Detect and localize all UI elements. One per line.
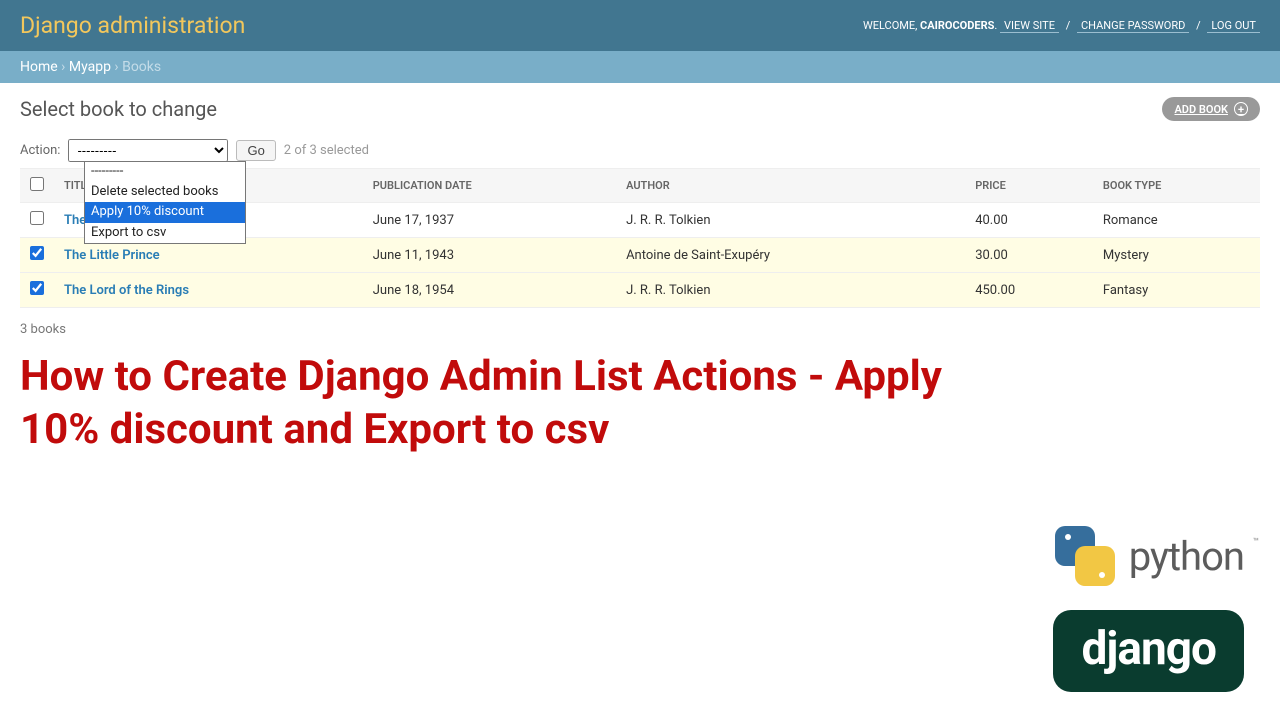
selection-count: 2 of 3 selected — [284, 143, 369, 158]
row-author: J. R. R. Tolkien — [616, 273, 965, 308]
row-title-link[interactable]: The Lord of the Rings — [64, 283, 189, 298]
action-option-export[interactable]: Export to csv — [85, 223, 245, 243]
add-book-label: ADD BOOK — [1174, 103, 1228, 116]
page-title: Select book to change — [20, 97, 217, 121]
row-price: 40.00 — [965, 203, 1093, 238]
select-all-checkbox[interactable] — [30, 177, 44, 191]
col-price[interactable]: PRICE — [965, 169, 1093, 203]
breadcrumb-model: Books — [122, 59, 161, 75]
thumbnail-overlay: How to Create Django Admin List Actions … — [0, 343, 1280, 476]
python-wordmark: python™ — [1129, 533, 1244, 580]
change-password-link[interactable]: CHANGE PASSWORD — [1077, 19, 1189, 33]
row-author: J. R. R. Tolkien — [616, 203, 965, 238]
action-dropdown-open: --------- Delete selected books Apply 10… — [84, 161, 246, 244]
add-book-button[interactable]: ADD BOOK + — [1162, 97, 1260, 121]
content: Select book to change ADD BOOK + Action:… — [0, 83, 1280, 312]
logo-stack: python™ django — [1053, 524, 1244, 692]
django-logo: django — [1053, 610, 1244, 692]
row-author: Antoine de Saint-Exupéry — [616, 238, 965, 273]
welcome-text: WELCOME, — [863, 19, 920, 32]
row-type: Mystery — [1093, 238, 1260, 273]
view-site-link[interactable]: VIEW SITE — [1000, 19, 1059, 33]
action-option-delete[interactable]: Delete selected books — [85, 182, 245, 202]
action-option-discount[interactable]: Apply 10% discount — [85, 202, 245, 222]
row-checkbox[interactable] — [30, 281, 44, 295]
row-price: 30.00 — [965, 238, 1093, 273]
row-pub: June 18, 1954 — [363, 273, 616, 308]
admin-header: Django administration WELCOME, CAIROCODE… — [0, 0, 1280, 51]
col-type[interactable]: BOOK TYPE — [1093, 169, 1260, 203]
python-icon — [1053, 524, 1117, 588]
breadcrumb-app[interactable]: Myapp — [69, 59, 111, 75]
row-pub: June 17, 1937 — [363, 203, 616, 238]
action-select[interactable]: --------- — [68, 139, 228, 162]
plus-icon: + — [1234, 102, 1248, 116]
overlay-headline: How to Create Django Admin List Actions … — [20, 351, 960, 456]
breadcrumb: Home › Myapp › Books — [0, 51, 1280, 83]
action-option-blank[interactable]: --------- — [85, 162, 245, 182]
row-checkbox[interactable] — [30, 246, 44, 260]
row-checkbox[interactable] — [30, 211, 44, 225]
row-type: Fantasy — [1093, 273, 1260, 308]
actions-bar: Action: --------- Go 2 of 3 selected ---… — [20, 139, 1260, 162]
username: CAIROCODERS — [920, 19, 994, 32]
action-label: Action: — [20, 143, 60, 158]
table-row: The Lord of the Rings June 18, 1954 J. R… — [20, 273, 1260, 308]
row-pub: June 11, 1943 — [363, 238, 616, 273]
python-logo: python™ — [1053, 524, 1244, 588]
user-links: WELCOME, CAIROCODERS. VIEW SITE / CHANGE… — [863, 19, 1260, 32]
row-title-link[interactable]: The Little Prince — [64, 248, 160, 263]
col-author[interactable]: AUTHOR — [616, 169, 965, 203]
breadcrumb-home[interactable]: Home — [20, 59, 58, 75]
result-count: 3 books — [0, 312, 1280, 343]
col-pub[interactable]: PUBLICATION DATE — [363, 169, 616, 203]
row-type: Romance — [1093, 203, 1260, 238]
site-title: Django administration — [20, 12, 245, 39]
row-price: 450.00 — [965, 273, 1093, 308]
go-button[interactable]: Go — [236, 140, 275, 161]
logout-link[interactable]: LOG OUT — [1207, 19, 1260, 33]
